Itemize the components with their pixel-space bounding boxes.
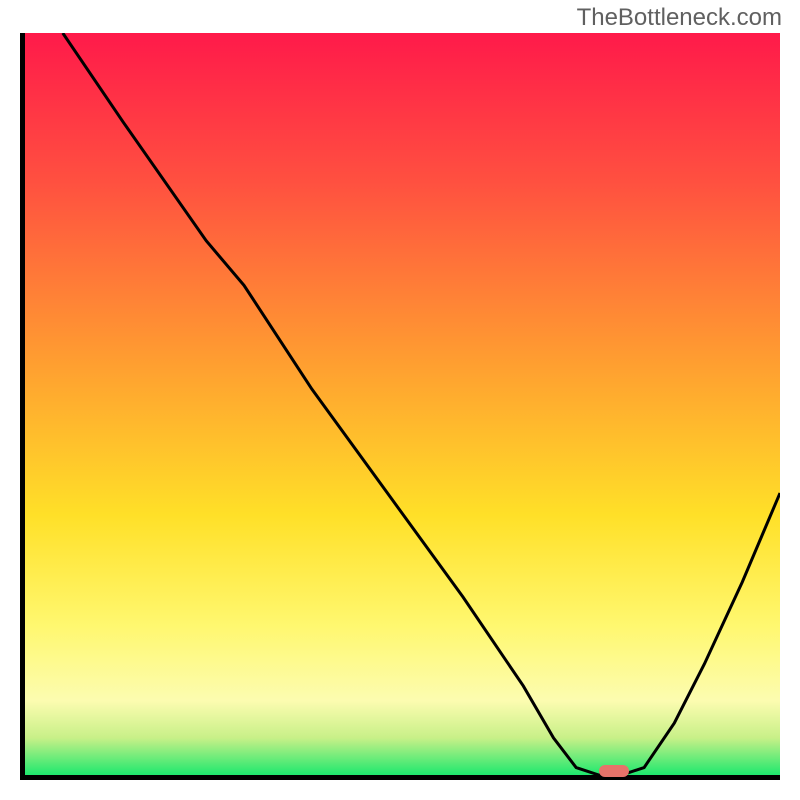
bottleneck-curve (25, 33, 780, 775)
optimal-point-marker (599, 765, 629, 777)
watermark-text: TheBottleneck.com (577, 4, 782, 32)
chart-plot-area (20, 33, 780, 780)
